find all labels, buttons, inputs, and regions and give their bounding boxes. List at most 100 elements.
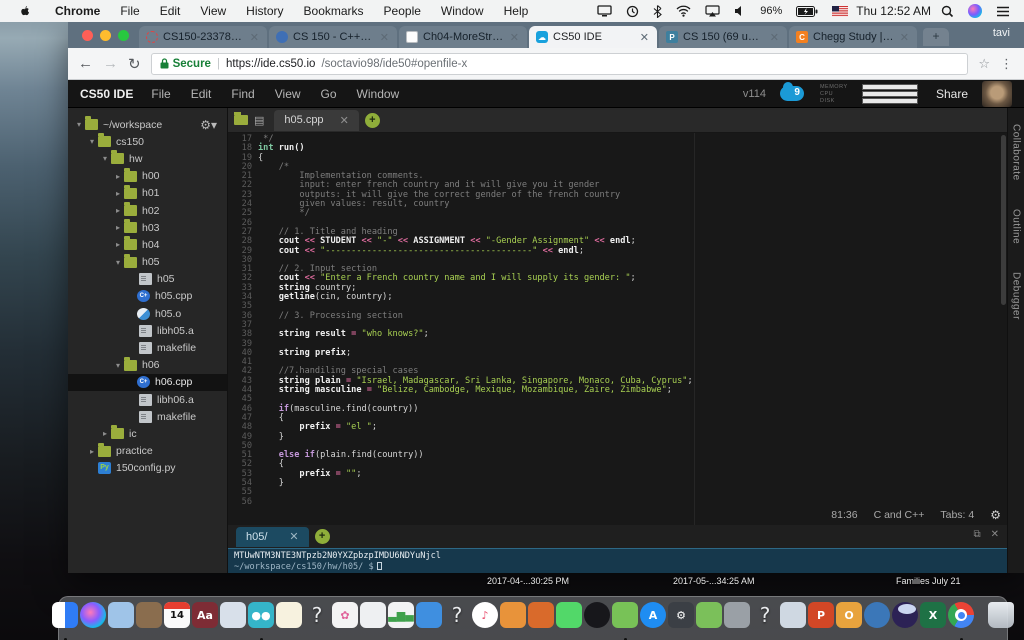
menu-chrome[interactable]: Chrome bbox=[45, 4, 110, 18]
ide-brand[interactable]: CS50 IDE bbox=[80, 87, 133, 101]
zoom-window-button[interactable] bbox=[118, 30, 129, 41]
disclosure-arrow-icon[interactable]: ▸ bbox=[113, 206, 123, 215]
close-console-tab-icon[interactable]: ✕ bbox=[289, 530, 298, 543]
dock-missing-app-icon[interactable]: ? bbox=[444, 602, 470, 635]
tree-item-h03[interactable]: ▸h03 bbox=[68, 219, 227, 236]
battery-icon[interactable] bbox=[796, 6, 818, 17]
menu-window[interactable]: Window bbox=[431, 4, 494, 18]
browser-tab-cs50-ide[interactable]: ☁CS50 IDE✕ bbox=[529, 26, 657, 48]
new-tab-button[interactable]: + bbox=[923, 28, 949, 46]
tree-item-hw[interactable]: ▾hw bbox=[68, 150, 227, 167]
menu-people[interactable]: People bbox=[374, 4, 431, 18]
syntax-mode[interactable]: C and C++ bbox=[874, 509, 925, 521]
browser-tab-cs-150-c-progra[interactable]: CS 150 - C++ Progra✕ bbox=[269, 26, 397, 48]
reload-button[interactable]: ↻ bbox=[128, 55, 141, 73]
disclosure-arrow-icon[interactable]: ▾ bbox=[113, 361, 123, 370]
code-editor[interactable]: 17 */18int run()19{20 /*21 Implementatio… bbox=[228, 133, 1007, 525]
menu-view[interactable]: View bbox=[190, 4, 236, 18]
tree-item-h05-cpp[interactable]: C+h05.cpp bbox=[68, 288, 227, 305]
share-button[interactable]: Share bbox=[936, 87, 968, 101]
ide-menu-view[interactable]: View bbox=[265, 87, 311, 101]
tab-size[interactable]: Tabs: 4 bbox=[940, 509, 974, 521]
dock-excel-icon[interactable]: X bbox=[920, 602, 946, 635]
new-console-tab-button[interactable]: + bbox=[315, 529, 330, 544]
disclosure-arrow-icon[interactable]: ▸ bbox=[100, 429, 110, 438]
close-tab-icon[interactable]: ✕ bbox=[899, 31, 910, 44]
dock-chrome-icon[interactable] bbox=[948, 602, 974, 635]
address-bar[interactable]: Secure | https://ide.cs50.io/soctavio98/… bbox=[151, 53, 969, 75]
browser-tab-cs150-23378-c-i[interactable]: CS150-23378 C++ I✕ bbox=[139, 26, 267, 48]
dock-gauge-app-icon[interactable] bbox=[584, 602, 610, 635]
dock-contacts-icon[interactable] bbox=[136, 602, 162, 635]
ide-menu-go[interactable]: Go bbox=[311, 87, 347, 101]
dock-globe-downloader-icon[interactable] bbox=[864, 602, 890, 635]
dock-finder-icon[interactable] bbox=[52, 602, 78, 635]
apple-menu-icon[interactable] bbox=[18, 5, 31, 18]
close-tab-icon[interactable]: ✕ bbox=[639, 31, 650, 44]
panel-tab-outline[interactable]: Outline bbox=[1011, 209, 1022, 244]
disclosure-arrow-icon[interactable]: ▾ bbox=[87, 137, 97, 146]
tree-item-h00[interactable]: ▸h00 bbox=[68, 168, 227, 185]
terminal[interactable]: MTUwNTM3NTE3NTpzb2N0YXZpbzpIMDU6NDYuNjcl… bbox=[228, 548, 1007, 573]
disclosure-arrow-icon[interactable]: ▸ bbox=[113, 223, 123, 232]
tree-item-h01[interactable]: ▸h01 bbox=[68, 185, 227, 202]
dock-itunes-icon[interactable]: ♪ bbox=[472, 602, 498, 635]
disclosure-arrow-icon[interactable]: ▾ bbox=[113, 258, 123, 267]
dock-calendar-icon[interactable]: 14 bbox=[164, 602, 190, 635]
close-tab-icon[interactable]: ✕ bbox=[340, 114, 349, 127]
menu-edit[interactable]: Edit bbox=[150, 4, 191, 18]
editor-tab-h05cpp[interactable]: h05.cpp✕ bbox=[274, 110, 358, 131]
dock-powerpoint-icon[interactable]: P bbox=[808, 602, 834, 635]
ide-menu-file[interactable]: File bbox=[141, 87, 180, 101]
back-button[interactable]: ← bbox=[78, 55, 93, 72]
menu-bookmarks[interactable]: Bookmarks bbox=[294, 4, 374, 18]
notification-center-icon[interactable] bbox=[996, 6, 1010, 17]
tree-item-h05[interactable]: ▾h05 bbox=[68, 254, 227, 271]
dock-app-store-icon[interactable]: A bbox=[640, 602, 666, 635]
dock-ibooks-icon[interactable] bbox=[500, 602, 526, 635]
dock-eclipse-icon[interactable] bbox=[892, 602, 918, 635]
close-window-button[interactable] bbox=[82, 30, 93, 41]
browser-tab-chegg-study-guide[interactable]: CChegg Study | Guide✕ bbox=[789, 26, 917, 48]
tree-item-makefile[interactable]: makefile bbox=[68, 408, 227, 425]
disclosure-arrow-icon[interactable]: ▾ bbox=[100, 154, 110, 163]
panel-tab-collaborate[interactable]: Collaborate bbox=[1011, 124, 1022, 181]
dock-mail-icon[interactable] bbox=[108, 602, 134, 635]
dock-android-file-transfer-icon[interactable] bbox=[696, 602, 722, 635]
close-tab-icon[interactable]: ✕ bbox=[509, 31, 520, 44]
menu-history[interactable]: History bbox=[236, 4, 293, 18]
tree-item-practice[interactable]: ▸practice bbox=[68, 443, 227, 460]
console-tab-h05[interactable]: h05/✕ bbox=[236, 527, 309, 547]
tree-item-150config-py[interactable]: Py150config.py bbox=[68, 460, 227, 477]
tab-list-icon[interactable]: ▤ bbox=[254, 114, 264, 127]
ide-menu-window[interactable]: Window bbox=[347, 87, 410, 101]
time-machine-icon[interactable] bbox=[626, 5, 639, 18]
cursor-position[interactable]: 81:36 bbox=[831, 509, 857, 521]
desktop-file-label[interactable]: Families July 21 bbox=[896, 576, 961, 586]
menu-file[interactable]: File bbox=[110, 4, 149, 18]
console-restore-icon[interactable]: ⧉ bbox=[973, 529, 980, 540]
disclosure-arrow-icon[interactable]: ▾ bbox=[74, 120, 84, 129]
disclosure-arrow-icon[interactable]: ▸ bbox=[113, 240, 123, 249]
dock-messages-icon[interactable]: ●● bbox=[248, 602, 274, 635]
cloud9-icon[interactable]: 9 bbox=[780, 86, 804, 101]
dock-trash-icon[interactable] bbox=[988, 602, 1014, 635]
editor-settings-gear-icon[interactable]: ⚙ bbox=[990, 508, 1001, 522]
dock-keynote-icon[interactable] bbox=[416, 602, 442, 635]
show-tree-folder-icon[interactable] bbox=[234, 115, 248, 125]
desktop-file-label[interactable]: 2017-04-...30:25 PM bbox=[487, 576, 569, 586]
browser-tab-cs-150-69-unread[interactable]: PCS 150 (69 unread)✕ bbox=[659, 26, 787, 48]
dock-image-capture-icon[interactable] bbox=[780, 602, 806, 635]
ide-menu-find[interactable]: Find bbox=[221, 87, 264, 101]
tree-item-libh06-a[interactable]: libh06.a bbox=[68, 391, 227, 408]
avatar[interactable] bbox=[982, 81, 1012, 107]
dock-dictionary-icon[interactable]: Aa bbox=[192, 602, 218, 635]
dock-textedit-icon[interactable] bbox=[360, 602, 386, 635]
dock-notes-icon[interactable] bbox=[276, 602, 302, 635]
dock-system-preferences-icon[interactable]: ⚙ bbox=[668, 602, 694, 635]
dock-fl-studio-icon[interactable] bbox=[528, 602, 554, 635]
dock-print-shop-icon[interactable] bbox=[724, 602, 750, 635]
bluetooth-icon[interactable] bbox=[653, 5, 662, 18]
dock-facetime-icon[interactable] bbox=[556, 602, 582, 635]
chrome-menu-icon[interactable]: ⋮ bbox=[1000, 56, 1014, 72]
